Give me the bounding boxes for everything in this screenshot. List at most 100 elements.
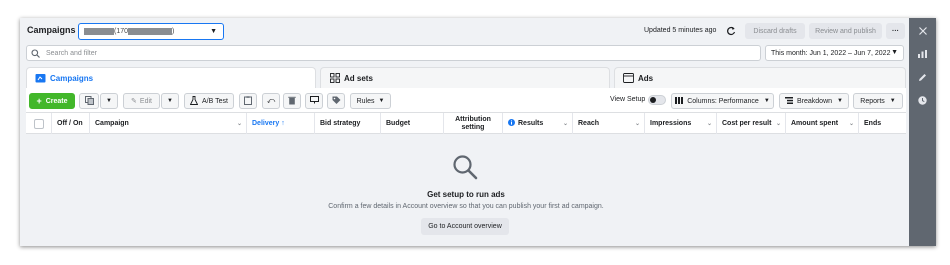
duplicate-button[interactable] [79,93,99,109]
column-header-off-on[interactable]: Off / On [52,113,90,134]
undo-button[interactable]: ⤺ [262,93,280,109]
plus-icon: + [36,96,42,106]
caret-down-icon: ▼ [378,98,385,104]
tab-ads[interactable]: Ads [614,67,906,88]
reports-label: Reports [860,97,885,105]
search-filter-input[interactable]: Search and filter [26,45,761,61]
column-header-label: Reach [578,120,600,127]
column-header-campaign[interactable]: Campaign ⌄ [90,113,247,134]
close-icon[interactable] [916,24,930,38]
date-range-picker[interactable]: This month: Jun 1, 2022 – Jun 7, 2022 ▼ [765,45,904,61]
redacted-account-id [128,28,173,35]
caret-down-icon: ▼ [763,98,770,104]
column-header-label: Attribution setting [455,115,491,131]
page-title: Campaigns [27,25,76,35]
ad-icon [623,73,634,83]
preview-button[interactable] [305,93,323,109]
right-side-rail [909,18,936,246]
campaign-table-header: Off / On Campaign ⌄ Delivery ↑ Bid strat… [26,112,906,134]
more-options-button[interactable]: ··· [886,23,905,39]
column-header-results[interactable]: Results ⌄ [503,113,573,134]
redacted-account-name [84,28,114,35]
column-header-label: Amount spent [791,120,839,127]
tab-campaigns[interactable]: Campaigns [26,67,316,88]
sort-chevron-icon: ⌄ [562,121,568,127]
caret-down-icon: ▼ [891,49,898,56]
account-id-prefix: (170 [114,28,129,35]
empty-state: Get setup to run ads Confirm a few detai… [26,134,906,246]
column-header-label: Campaign [95,120,129,127]
columns-button[interactable]: Columns: Performance ▼ [671,93,774,109]
account-selector[interactable]: (170 ) ▼ [78,23,224,40]
tab-campaigns-label: Campaigns [50,73,94,83]
tab-ads-label: Ads [638,73,654,83]
undo-icon: ⤺ [266,96,276,105]
account-id-suffix: ) [172,28,175,35]
column-header-budget[interactable]: Budget [381,113,444,134]
top-header: Campaigns (170 ) ▼ Updated 5 minutes ago… [20,18,909,44]
column-header-delivery[interactable]: Delivery ↑ [247,113,315,134]
ads-manager-window: Campaigns (170 ) ▼ Updated 5 minutes ago… [20,18,936,246]
sort-chevron-icon: ⌄ [848,121,854,127]
grid-icon [329,73,340,83]
review-and-publish-button[interactable]: Review and publish [809,23,882,39]
column-header-amount-spent[interactable]: Amount spent ⌄ [786,113,859,134]
sort-chevron-icon: ⌄ [634,121,640,127]
duplicate-dropdown-button[interactable]: ▼ [100,93,118,109]
clipboard-button[interactable] [239,93,257,109]
go-to-account-overview-button[interactable]: Go to Account overview [421,218,509,235]
column-header-reach[interactable]: Reach ⌄ [573,113,645,134]
view-setup-toggle[interactable] [648,95,666,105]
bar-chart-icon[interactable] [916,47,930,61]
tag-icon [332,96,341,107]
pencil-icon[interactable] [916,70,930,84]
select-all-cell [26,113,52,134]
refresh-icon[interactable] [723,24,739,38]
column-header-label: Impressions [650,120,692,127]
date-range-label: This month: Jun 1, 2022 – Jun 7, 2022 [771,49,891,57]
info-icon [508,119,515,128]
reports-button[interactable]: Reports ▼ [853,93,903,109]
discard-drafts-button[interactable]: Discard drafts [745,23,805,39]
ab-test-button[interactable]: A/B Test [184,93,234,109]
rules-button[interactable]: Rules ▼ [350,93,391,109]
search-placeholder: Search and filter [46,49,97,57]
column-header-attribution-setting[interactable]: Attribution setting [444,113,503,134]
create-button[interactable]: + Create [29,93,75,109]
clock-icon[interactable] [916,93,930,107]
pencil-icon: ✎ [131,98,137,105]
empty-state-message: Confirm a few details in Account overvie… [328,203,604,210]
preview-icon [309,96,319,106]
column-header-label: Bid strategy [320,120,361,127]
column-header-label: Off / On [57,120,83,127]
column-header-impressions[interactable]: Impressions ⌄ [645,113,717,134]
caret-down-icon: ▼ [167,98,173,104]
edit-button-label: Edit [139,97,152,105]
breakdown-icon [785,96,793,106]
delete-button[interactable] [283,93,301,109]
folder-icon [35,73,46,83]
column-header-bid-strategy[interactable]: Bid strategy [315,113,381,134]
sort-ascending-icon: ↑ [281,120,285,127]
edit-button[interactable]: ✎ Edit [123,93,160,109]
select-all-checkbox[interactable] [33,118,44,129]
breakdown-label: Breakdown [797,97,833,105]
trash-icon [288,96,296,107]
clipboard-icon [244,95,252,107]
tab-ad-sets-label: Ad sets [344,73,373,83]
tag-button[interactable] [327,93,345,109]
column-header-label: Results [518,120,544,127]
ab-test-label: A/B Test [202,97,228,105]
tab-ad-sets[interactable]: Ad sets [320,67,610,88]
sort-chevron-icon: ⌄ [706,121,712,127]
create-button-label: Create [45,97,68,105]
caret-down-icon: ▼ [889,98,896,104]
empty-state-heading: Get setup to run ads [427,190,505,199]
edit-dropdown-button[interactable]: ▼ [161,93,179,109]
level-tabs: Campaigns Ad sets Ads [26,67,906,88]
column-header-cost-per-result[interactable]: Cost per result ⌄ [717,113,786,134]
column-header-ends[interactable]: Ends [859,113,906,134]
column-header-label: Cost per result [722,120,772,127]
rules-label: Rules [356,97,375,105]
breakdown-button[interactable]: Breakdown ▼ [779,93,849,109]
